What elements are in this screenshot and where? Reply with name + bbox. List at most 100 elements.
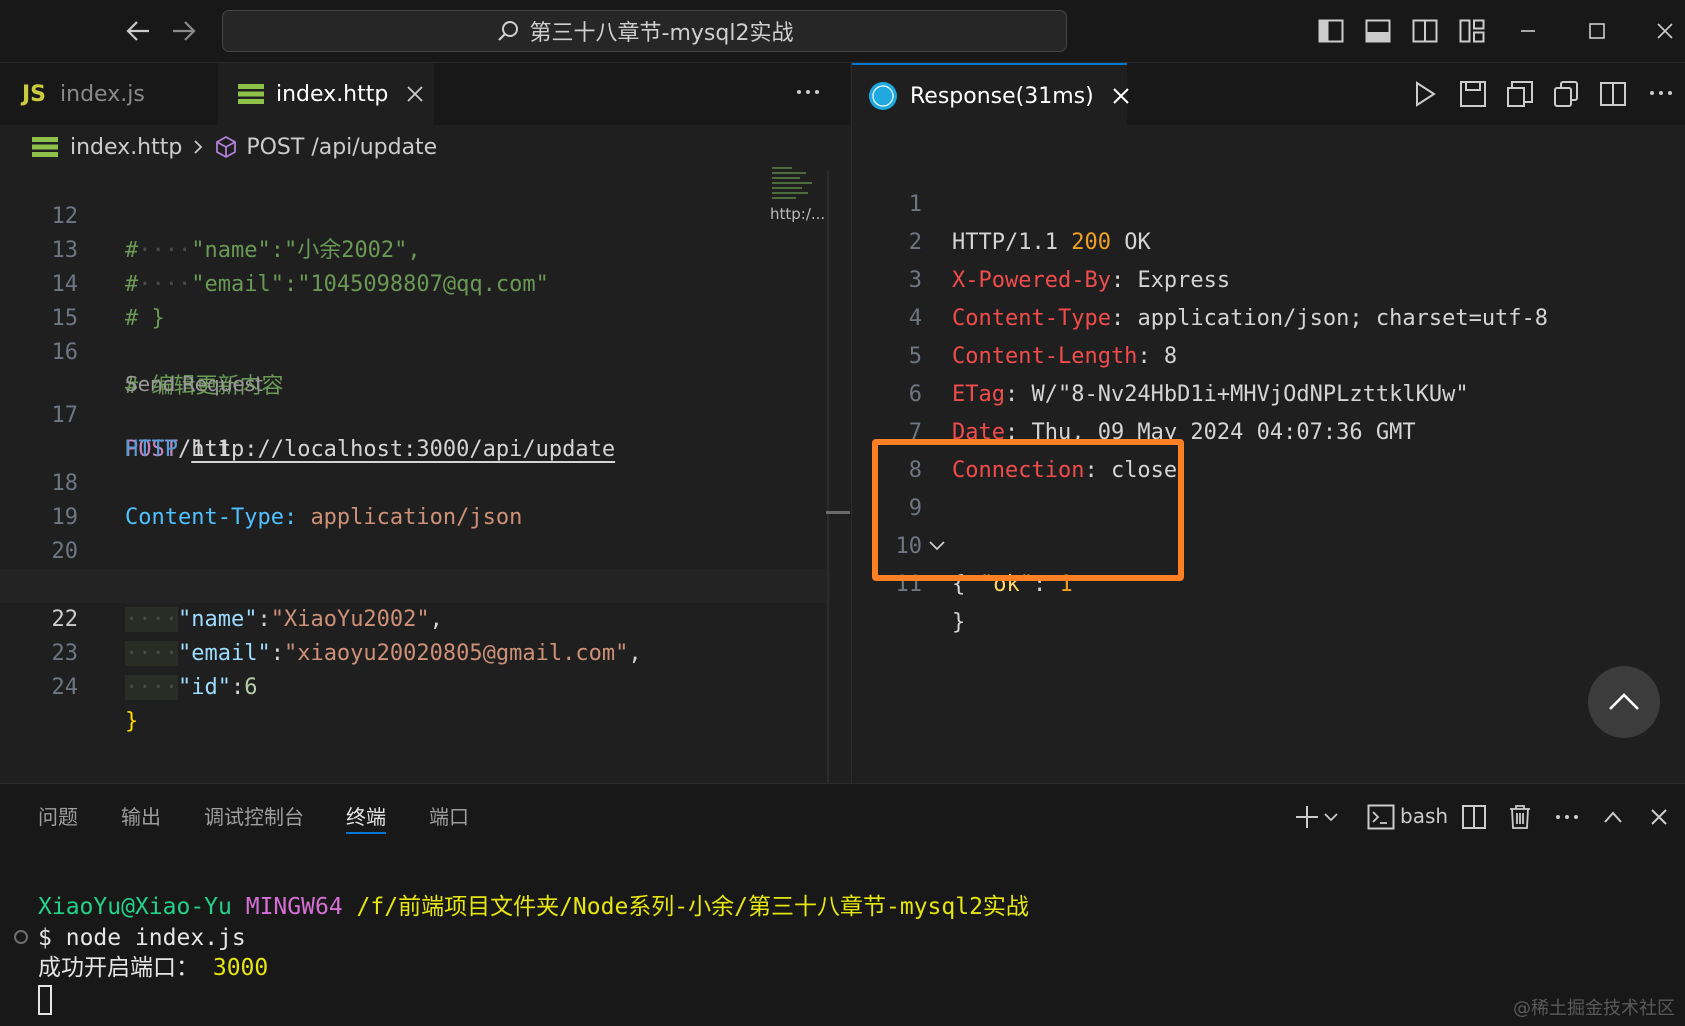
tab-label: index.js bbox=[60, 81, 145, 107]
command-decoration-icon[interactable] bbox=[14, 930, 28, 944]
http-file-icon bbox=[238, 83, 264, 105]
tab-response[interactable]: Response(31ms) bbox=[852, 63, 1130, 127]
code-line: 19 bbox=[0, 467, 830, 530]
response-line: 7 Connection: close bbox=[852, 376, 1685, 483]
terminal-prompt: $ bbox=[38, 925, 52, 951]
panel-tab-terminal[interactable]: 终端 bbox=[346, 802, 386, 834]
maximize-icon[interactable] bbox=[1582, 16, 1612, 46]
copy-icon[interactable] bbox=[1552, 80, 1580, 108]
close-tab-icon[interactable] bbox=[406, 85, 424, 103]
json-colon: : bbox=[230, 675, 245, 700]
code-line: 14 # } bbox=[0, 234, 830, 331]
terminal-cursor bbox=[38, 985, 52, 1015]
window-title: 第三十八章节-mysql2实战 bbox=[529, 21, 794, 46]
terminal-output-label: 成功开启端口： bbox=[38, 955, 199, 981]
terminal-icon bbox=[1364, 800, 1398, 834]
save-body-icon[interactable] bbox=[1506, 80, 1534, 108]
brace: } bbox=[952, 610, 966, 635]
title-bar: 第三十八章节-mysql2实战 bbox=[0, 0, 1685, 63]
command-center-search[interactable]: 第三十八章节-mysql2实战 bbox=[222, 10, 1067, 52]
terminal-prompt-info: XiaoYu@Xiao-Yu MINGW64 /f/前端项目文件夹/Node系列… bbox=[38, 892, 1029, 922]
rest-client-icon bbox=[868, 81, 898, 111]
breadcrumb-file[interactable]: index.http bbox=[70, 135, 182, 160]
code-line: 17 POST http://localhost:3000/api/update bbox=[0, 365, 830, 462]
response-line: 3 Content-Type: application/json; charse… bbox=[852, 224, 1685, 331]
tab-label: index.http bbox=[276, 81, 389, 107]
chevron-right-icon bbox=[192, 138, 204, 156]
split-editor-icon[interactable] bbox=[1599, 80, 1627, 108]
bottom-panel: 问题 输出 调试控制台 终端 端口 bash XiaoYu@Xiao-Yu MI… bbox=[0, 783, 1685, 1026]
code-line: 12 #····"name":"小余2002", bbox=[0, 166, 830, 263]
close-panel-icon[interactable] bbox=[1642, 800, 1676, 834]
chevron-up-icon bbox=[1609, 693, 1639, 710]
left-editor-tab-bar: JS index.js index.http bbox=[0, 63, 850, 125]
editor-scrollbar[interactable] bbox=[827, 170, 829, 785]
chevron-down-icon[interactable] bbox=[1322, 800, 1340, 834]
response-line: 5 ETag: W/"8-Nv24HbD1i+MHVjOdNPLzttklKUw… bbox=[852, 300, 1685, 407]
code-line: 20 { bbox=[0, 501, 830, 598]
terminal-output-port: 3000 bbox=[212, 955, 269, 981]
close-window-icon[interactable] bbox=[1650, 16, 1680, 46]
code-line: 16 # 编辑更新内容 bbox=[0, 302, 830, 399]
code-line: 13 #····"email":"1045098807@qq.com" bbox=[0, 200, 830, 297]
response-line: 6 Date: Thu, 09 May 2024 04:07:36 GMT bbox=[852, 338, 1685, 445]
new-terminal-plus-icon[interactable] bbox=[1290, 800, 1324, 834]
tab-index-js[interactable]: JS index.js bbox=[0, 63, 218, 125]
terminal-path: /f/前端项目文件夹/Node系列-小余/第三十八章节-mysql2实战 bbox=[356, 894, 1029, 920]
terminal-env: MINGW64 bbox=[245, 894, 343, 920]
scrollbar-position-marker bbox=[826, 511, 850, 514]
panel-tab-debug-console[interactable]: 调试控制台 bbox=[204, 802, 304, 832]
search-icon bbox=[496, 19, 520, 43]
code-line-active: 22 ····"email":"xiaoyu20020805@gmail.com… bbox=[0, 569, 830, 666]
response-line: 2 X-Powered-By: Express bbox=[852, 186, 1685, 293]
minimize-icon[interactable] bbox=[1513, 16, 1543, 46]
more-actions-icon[interactable] bbox=[1550, 800, 1584, 834]
more-actions-icon[interactable] bbox=[1648, 80, 1674, 106]
response-line: 1 HTTP/1.1 200 OK bbox=[852, 148, 1685, 255]
terminal-command-line: $ node index.js bbox=[38, 923, 246, 953]
save-response-icon[interactable] bbox=[1459, 80, 1487, 108]
json-value: 6 bbox=[244, 675, 258, 700]
maximize-panel-chevron-up-icon[interactable] bbox=[1596, 800, 1630, 834]
panel-tab-problems[interactable]: 问题 bbox=[38, 802, 78, 832]
code-line: 21 ····"name":"XiaoYu2002", bbox=[0, 535, 830, 632]
toggle-secondary-sidebar-icon[interactable] bbox=[1410, 16, 1440, 46]
minimap[interactable]: http:/... bbox=[770, 165, 830, 235]
terminal-user: XiaoYu@Xiao-Yu bbox=[38, 894, 232, 920]
tab-label: Response(31ms) bbox=[910, 83, 1094, 109]
play-icon[interactable] bbox=[1412, 80, 1438, 108]
toggle-primary-sidebar-icon[interactable] bbox=[1316, 16, 1346, 46]
shell-name[interactable]: bash bbox=[1400, 804, 1448, 828]
symbol-icon bbox=[214, 135, 238, 159]
panel-tab-ports[interactable]: 端口 bbox=[429, 802, 469, 832]
split-terminal-icon[interactable] bbox=[1457, 800, 1491, 834]
toggle-panel-icon[interactable] bbox=[1363, 16, 1393, 46]
trash-icon[interactable] bbox=[1503, 800, 1537, 834]
scroll-to-top-button[interactable] bbox=[1588, 666, 1660, 738]
http-file-icon bbox=[32, 136, 58, 158]
watermark: @稀土掘金技术社区 bbox=[1513, 998, 1675, 1019]
codelens-line: Send Request bbox=[0, 333, 830, 396]
more-actions-icon[interactable] bbox=[795, 79, 821, 105]
minimap-label: http:/... bbox=[770, 205, 826, 223]
breadcrumb: index.http POST /api/update bbox=[0, 125, 850, 169]
tab-index-http[interactable]: index.http bbox=[218, 63, 434, 125]
right-editor-tab-bar: Response(31ms) bbox=[852, 63, 1685, 127]
json-key: "id" bbox=[177, 675, 231, 700]
terminal-command: node index.js bbox=[65, 925, 246, 951]
code-line: 24 } bbox=[0, 637, 830, 734]
whitespace-dots: ···· bbox=[125, 675, 178, 700]
line-number: 24 bbox=[51, 675, 79, 700]
code-line: 15 bbox=[0, 268, 830, 331]
terminal-output-line: 成功开启端口： 3000 bbox=[38, 953, 268, 983]
js-file-icon: JS bbox=[22, 81, 47, 107]
customize-layout-icon[interactable] bbox=[1457, 16, 1487, 46]
back-arrow-icon[interactable] bbox=[122, 14, 154, 48]
panel-tab-output[interactable]: 输出 bbox=[121, 802, 161, 832]
code-line: 18 Content-Type: application/json bbox=[0, 433, 830, 530]
response-line: 4 Content-Length: 8 bbox=[852, 262, 1685, 369]
breadcrumb-symbol[interactable]: POST /api/update bbox=[246, 135, 437, 160]
close-tab-icon[interactable] bbox=[1112, 87, 1130, 105]
forward-arrow-icon[interactable] bbox=[168, 14, 200, 48]
response-editor: Response(31ms) 1 HTTP/1.1 200 OK 2 X-Pow… bbox=[851, 63, 1685, 783]
